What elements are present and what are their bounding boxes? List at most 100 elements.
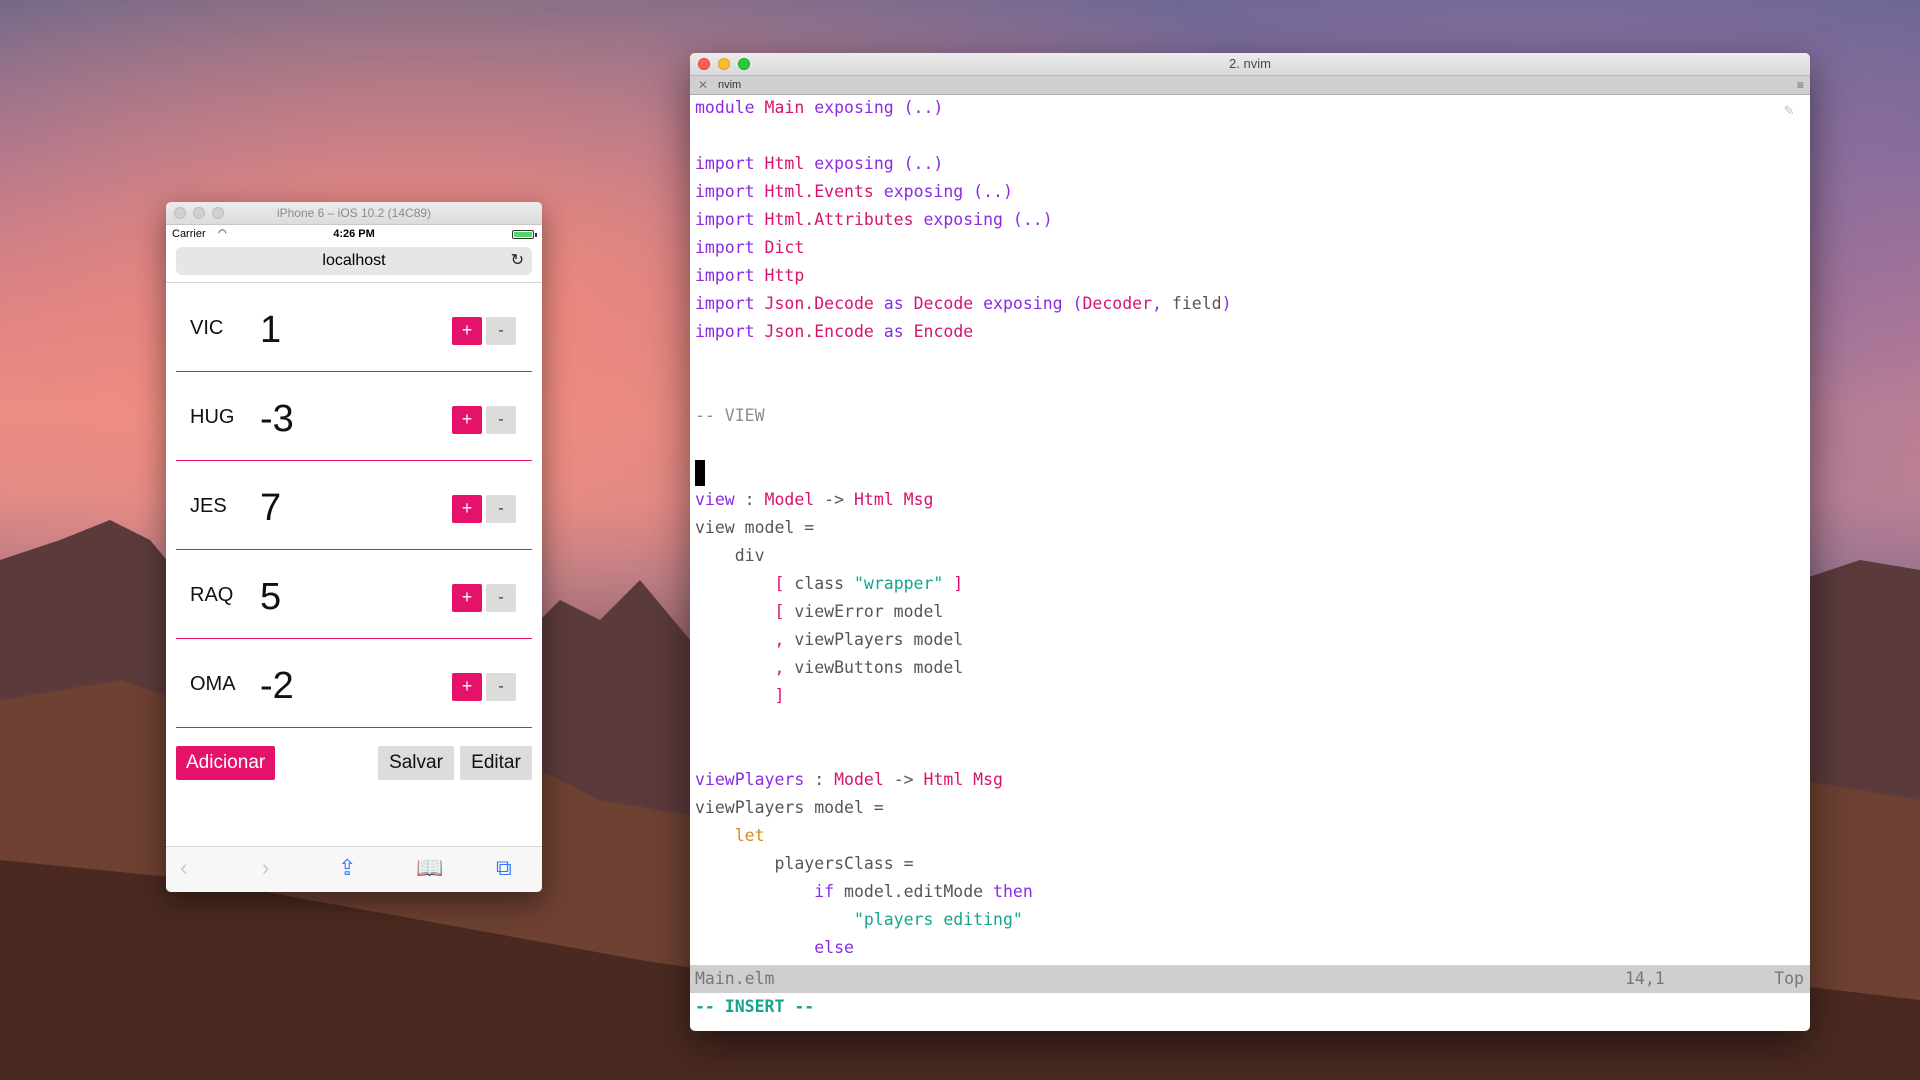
code-line[interactable]: [ viewError model [695,598,1810,626]
player-name: JES [190,495,227,517]
vim-mode-indicator: -- INSERT -- [695,997,815,1016]
editor-area[interactable]: module Main exposing (..) import Html exp… [690,94,1810,1031]
tab-label: nvim [718,79,742,91]
code-line[interactable] [695,374,1810,402]
code-token: ] [695,686,785,705]
close-window-button[interactable] [174,207,186,219]
code-token: : [814,770,835,789]
code-token: import [695,182,765,201]
terminal-tab[interactable]: ✕ nvim ≡ [690,75,1810,95]
code-line[interactable] [695,346,1810,374]
minimize-window-button[interactable] [193,207,205,219]
code-buffer[interactable]: module Main exposing (..) import Html exp… [695,94,1810,962]
increment-button[interactable]: + [452,584,482,612]
window-controls [174,207,224,219]
increment-button[interactable]: + [452,317,482,345]
code-token: div [695,546,765,565]
code-line[interactable]: import Dict [695,234,1810,262]
reload-icon[interactable]: ↻ [511,247,524,275]
player-row: HUG -3 + - [176,372,532,461]
code-line[interactable] [695,458,1810,486]
terminal-title: 2. nvim [1229,56,1271,71]
save-button[interactable]: Salvar [378,746,454,780]
decrement-button[interactable]: - [486,673,516,701]
decrement-button[interactable]: - [486,317,516,345]
code-token: "players editing" [695,910,1023,929]
add-player-button[interactable]: Adicionar [176,746,276,780]
bookmarks-icon[interactable]: 📖 [416,855,443,881]
close-tab-icon[interactable]: ✕ [698,76,708,94]
code-line[interactable]: import Html.Events exposing (..) [695,178,1810,206]
share-icon[interactable]: ⇪ [338,855,356,881]
code-token: , [1152,294,1172,313]
menu-icon[interactable]: ≡ [1797,76,1804,94]
code-line[interactable]: , viewButtons model [695,654,1810,682]
code-line[interactable]: let [695,822,1810,850]
close-window-button[interactable] [698,58,710,70]
zoom-window-button[interactable] [738,58,750,70]
player-list: VIC 1 + - HUG -3 + - JES 7 + - RAQ 5 + -… [166,283,542,728]
code-line[interactable]: import Json.Decode as Decode exposing (D… [695,290,1810,318]
code-line[interactable]: view : Model -> Html Msg [695,486,1810,514]
code-token: import [695,210,765,229]
decrement-button[interactable]: - [486,495,516,523]
ios-status-bar: Carrier ◠ 4:26 PM [166,225,542,243]
code-line[interactable]: import Json.Encode as Encode [695,318,1810,346]
increment-button[interactable]: + [452,495,482,523]
decrement-button[interactable]: - [486,584,516,612]
code-line[interactable]: module Main exposing (..) [695,94,1810,122]
code-line[interactable]: import Html.Attributes exposing (..) [695,206,1810,234]
code-line[interactable]: import Http [695,262,1810,290]
code-line[interactable] [695,738,1810,766]
code-token: -> [824,490,854,509]
player-name: RAQ [190,584,234,606]
code-line[interactable]: ] [695,682,1810,710]
code-line[interactable] [695,122,1810,150]
terminal-titlebar: 2. nvim [690,53,1810,75]
code-line[interactable]: else [695,934,1810,962]
player-row: VIC 1 + - [176,283,532,372]
code-token: Model [834,770,894,789]
code-token: Dict [764,238,805,257]
player-score: -2 [260,665,294,707]
code-line[interactable]: [ class "wrapper" ] [695,570,1810,598]
decrement-button[interactable]: - [486,406,516,434]
code-token: exposing (..) [814,154,944,173]
code-token: Html.Events [764,182,884,201]
address-bar[interactable]: localhost ↻ [176,247,532,275]
code-line[interactable]: if model.editMode then [695,878,1810,906]
code-token: Model [764,490,825,509]
simulator-title: iPhone 6 – iOS 10.2 (14C89) [276,206,432,220]
player-score: 5 [260,576,282,618]
url-text: localhost [322,252,386,269]
code-line[interactable]: , viewPlayers model [695,626,1810,654]
code-line[interactable] [695,430,1810,458]
increment-button[interactable]: + [452,406,482,434]
back-icon[interactable]: ‹ [180,855,187,881]
vim-statusline: Main.elm 14,1 Top [690,965,1810,993]
code-token: viewError model [794,602,944,621]
code-token: as [883,322,914,341]
code-token: view [695,490,745,509]
code-line[interactable]: viewPlayers model = [695,794,1810,822]
code-line[interactable]: viewPlayers : Model -> Html Msg [695,766,1810,794]
minimize-window-button[interactable] [718,58,730,70]
code-token: playersClass = [695,854,914,873]
increment-button[interactable]: + [452,673,482,701]
zoom-window-button[interactable] [212,207,224,219]
code-line[interactable]: view model = [695,514,1810,542]
code-line[interactable]: "players editing" [695,906,1810,934]
player-row: JES 7 + - [176,461,532,550]
tabs-icon[interactable]: ⧉ [496,855,512,881]
code-token: Json.Encode [764,322,884,341]
code-line[interactable]: -- VIEW [695,402,1810,430]
code-token: exposing (..) [883,182,1013,201]
code-line[interactable]: import Html exposing (..) [695,150,1810,178]
code-token: import [695,238,765,257]
forward-icon[interactable]: › [262,855,269,881]
code-token: let [695,826,765,845]
code-line[interactable]: div [695,542,1810,570]
code-line[interactable] [695,710,1810,738]
edit-button[interactable]: Editar [460,746,532,780]
code-line[interactable]: playersClass = [695,850,1810,878]
